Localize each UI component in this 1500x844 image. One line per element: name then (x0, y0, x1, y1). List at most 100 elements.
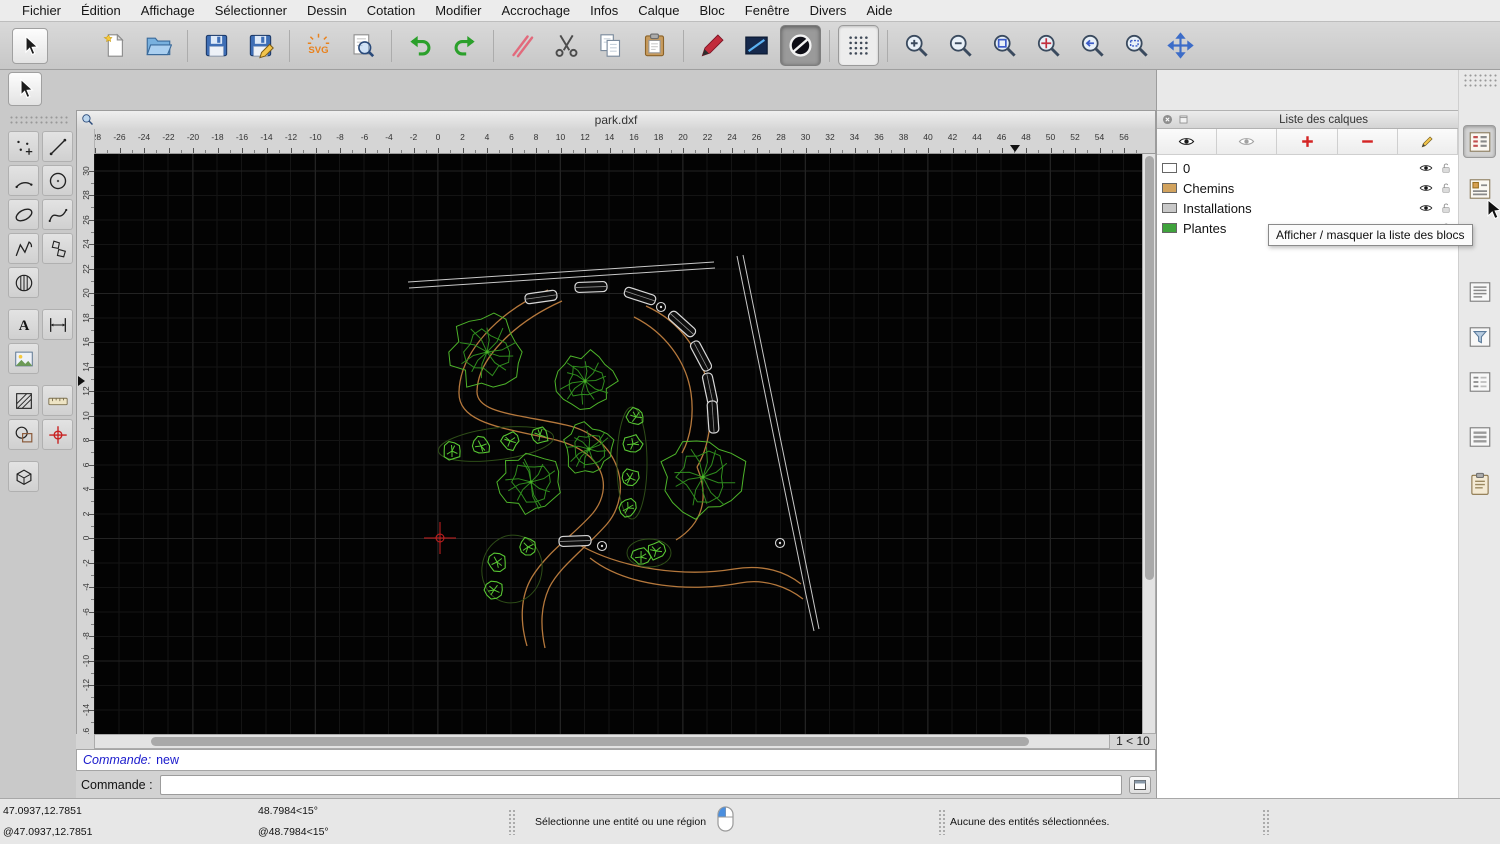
menu-accrochage[interactable]: Accrochage (491, 0, 580, 21)
horizontal-scrollbar-thumb[interactable] (151, 736, 1029, 746)
modify-tools-button[interactable] (8, 419, 39, 450)
print-preview-button[interactable] (342, 25, 383, 66)
layer-row-chemins[interactable]: Chemins (1157, 178, 1458, 198)
hruler-tick (609, 148, 611, 153)
svg-export-button[interactable]: SVG (298, 25, 339, 66)
pen-button[interactable] (692, 25, 733, 66)
hruler-tick (744, 150, 746, 153)
delete-entities-button[interactable] (502, 25, 543, 66)
hruler-label: 30 (800, 132, 811, 142)
layer-lock-icon[interactable] (1439, 161, 1453, 175)
arc-tools-button[interactable] (8, 165, 39, 196)
add-layer-button[interactable] (1277, 129, 1338, 154)
detach-panel-icon[interactable] (1177, 113, 1190, 126)
command-options-button[interactable] (1129, 775, 1151, 794)
polyline-tools-button[interactable] (8, 233, 39, 264)
menu-selectionner[interactable]: Sélectionner (205, 0, 297, 21)
show-all-layers-button[interactable] (1157, 129, 1218, 154)
toggle-property-editor-button[interactable] (1463, 365, 1496, 398)
layer-visibility-icon[interactable] (1419, 161, 1433, 175)
hruler-tick (1026, 148, 1027, 153)
zoom-in-button[interactable] (896, 25, 937, 66)
menu-cotation[interactable]: Cotation (357, 0, 425, 21)
line-attributes-button[interactable] (736, 25, 777, 66)
toggle-library-browser-button[interactable] (1463, 275, 1496, 308)
draft-mode-button[interactable] (780, 25, 821, 66)
circle-tools-button[interactable] (42, 165, 73, 196)
copy-button[interactable] (590, 25, 631, 66)
menu-divers[interactable]: Divers (800, 0, 857, 21)
layer-row-0[interactable]: 0 (1157, 158, 1458, 178)
vertical-scrollbar[interactable] (1142, 154, 1156, 734)
select-tool-button-secondary[interactable] (8, 72, 42, 106)
command-input[interactable] (159, 774, 1122, 795)
solid-tool-button[interactable] (8, 461, 39, 492)
layer-lock-icon[interactable] (1439, 181, 1453, 195)
hide-all-layers-button[interactable] (1217, 129, 1278, 154)
zoom-redraw-button[interactable] (1028, 25, 1069, 66)
horizontal-scrollbar[interactable] (94, 734, 1110, 749)
hatch-pattern-tool-button[interactable] (8, 385, 39, 416)
menu-fichier[interactable]: Fichier (12, 0, 71, 21)
remove-layer-button[interactable] (1337, 129, 1398, 154)
undo-button[interactable] (400, 25, 441, 66)
toggle-clipboard-button[interactable] (1463, 467, 1496, 500)
new-document-button[interactable] (94, 25, 135, 66)
layer-visibility-icon[interactable] (1419, 181, 1433, 195)
zoom-pan-button[interactable] (1160, 25, 1201, 66)
zoom-auto-button[interactable] (984, 25, 1025, 66)
menu-aide[interactable]: Aide (856, 0, 902, 21)
image-tool-button[interactable] (8, 343, 39, 374)
measure-tool-button[interactable] (42, 385, 73, 416)
menu-infos[interactable]: Infos (580, 0, 628, 21)
grid-button[interactable] (838, 25, 879, 66)
layer-visibility-icon[interactable] (1419, 201, 1433, 215)
menu-edition[interactable]: Édition (71, 0, 131, 21)
menu-affichage[interactable]: Affichage (131, 0, 205, 21)
hruler-tick (229, 150, 231, 153)
dimension-tools-button[interactable] (42, 309, 73, 340)
save-as-button[interactable] (240, 25, 281, 66)
drawing-canvas[interactable] (94, 154, 1142, 734)
hatch-tool-button[interactable] (8, 267, 39, 298)
menu-dessin[interactable]: Dessin (297, 0, 357, 21)
point-tools-button[interactable] (8, 131, 39, 162)
hruler-tick (511, 148, 513, 153)
paste-button[interactable] (634, 25, 675, 66)
menu-modifier[interactable]: Modifier (425, 0, 491, 21)
dock-drag-handle[interactable] (1463, 73, 1498, 89)
edit-layer-button[interactable] (1397, 129, 1459, 154)
spline-tools-button[interactable] (42, 199, 73, 230)
open-folder-button[interactable] (138, 25, 179, 66)
hruler-tick (879, 148, 880, 153)
menu-bloc[interactable]: Bloc (689, 0, 734, 21)
toolbar-icon-group: SVG (94, 25, 1201, 66)
save-button[interactable] (196, 25, 237, 66)
zoom-out-button[interactable] (940, 25, 981, 66)
hruler-label: -24 (137, 132, 151, 142)
plus-red-icon (1299, 133, 1316, 150)
vertical-scrollbar-thumb[interactable] (1144, 156, 1154, 580)
toggle-command-options-button[interactable] (1463, 320, 1496, 353)
text-tool-button[interactable]: A (8, 309, 39, 340)
layer-lock-icon[interactable] (1439, 201, 1453, 215)
snap-tool-button[interactable] (42, 419, 73, 450)
toggle-layer-list-button[interactable] (1463, 125, 1497, 158)
toolbar-separator (391, 29, 392, 62)
toggle-selection-info-button[interactable] (1463, 420, 1496, 453)
ellipse-tools-button[interactable] (8, 199, 39, 230)
layer-row-installations[interactable]: Installations (1157, 198, 1458, 218)
select-tool-button[interactable] (12, 27, 48, 64)
line-tools-button[interactable] (42, 131, 73, 162)
menu-fenetre[interactable]: Fenêtre (735, 0, 800, 21)
close-panel-icon[interactable] (1161, 113, 1174, 126)
toolbar-drag-handle[interactable] (9, 115, 69, 126)
polygon-tools-button[interactable] (42, 233, 73, 264)
zoom-previous-button[interactable] (1072, 25, 1113, 66)
hruler-label: 24 (727, 132, 737, 142)
redo-button[interactable] (444, 25, 485, 66)
cut-button[interactable] (546, 25, 587, 66)
menu-calque[interactable]: Calque (628, 0, 689, 21)
zoom-window-button[interactable] (1116, 25, 1157, 66)
document-titlebar[interactable]: park.dxf (76, 110, 1156, 129)
